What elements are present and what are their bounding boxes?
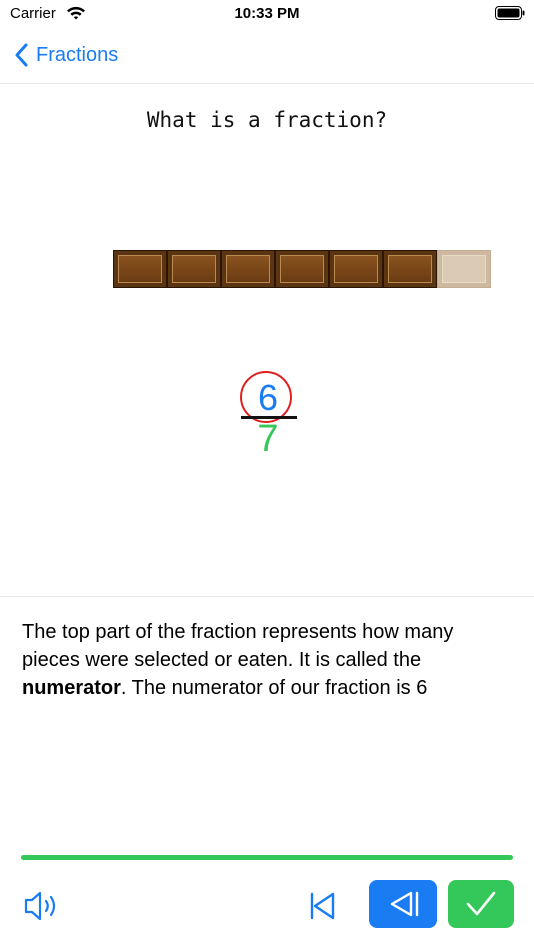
explanation-term: numerator bbox=[22, 677, 121, 699]
chocolate-piece-eaten bbox=[275, 250, 329, 288]
status-bar: Carrier 10:33 PM bbox=[0, 0, 534, 30]
back-label: Fractions bbox=[36, 43, 119, 66]
chocolate-piece-eaten bbox=[383, 250, 437, 288]
chocolate-piece-eaten bbox=[329, 250, 383, 288]
checkmark-icon bbox=[448, 880, 514, 928]
chocolate-piece-remaining bbox=[437, 250, 491, 288]
status-time: 10:33 PM bbox=[234, 5, 300, 22]
chocolate-piece-bevel bbox=[172, 255, 216, 283]
previous-step-button[interactable] bbox=[369, 880, 437, 928]
explanation-part2: . The numerator of our fraction is 6 bbox=[120, 677, 428, 699]
explanation-text: The top part of the fraction represents … bbox=[22, 618, 514, 702]
skip-back-icon bbox=[300, 884, 346, 928]
restart-button[interactable] bbox=[300, 884, 346, 928]
denominator-digit: 7 bbox=[257, 418, 278, 454]
content-divider bbox=[0, 596, 534, 597]
chocolate-bar bbox=[113, 250, 491, 288]
chocolate-piece-bevel bbox=[226, 255, 270, 283]
lesson-title: What is a fraction? bbox=[146, 108, 388, 132]
chocolate-piece-bevel bbox=[280, 255, 324, 283]
confirm-button[interactable] bbox=[448, 880, 514, 928]
chocolate-piece-eaten bbox=[167, 250, 221, 288]
navigation-bar: Fractions bbox=[0, 30, 534, 84]
chocolate-piece-bevel bbox=[118, 255, 162, 283]
chocolate-piece-bevel bbox=[388, 255, 432, 283]
fraction-denominator: 7 bbox=[257, 418, 278, 454]
chevron-left-icon bbox=[14, 43, 28, 67]
speaker-icon bbox=[20, 884, 66, 928]
chocolate-piece-bevel bbox=[334, 255, 378, 283]
explanation-part1: The top part of the fraction represents … bbox=[22, 621, 454, 671]
chocolate-piece-eaten bbox=[113, 250, 167, 288]
chocolate-piece-eaten bbox=[221, 250, 275, 288]
progress-bar bbox=[21, 855, 513, 860]
speaker-button[interactable] bbox=[20, 884, 66, 928]
fraction-display: 6 7 bbox=[236, 370, 300, 454]
progress-fill bbox=[21, 855, 513, 860]
back-button[interactable]: Fractions bbox=[14, 38, 118, 72]
chocolate-piece-bevel bbox=[442, 255, 486, 283]
battery-icon bbox=[495, 6, 525, 20]
step-back-icon bbox=[369, 880, 437, 928]
